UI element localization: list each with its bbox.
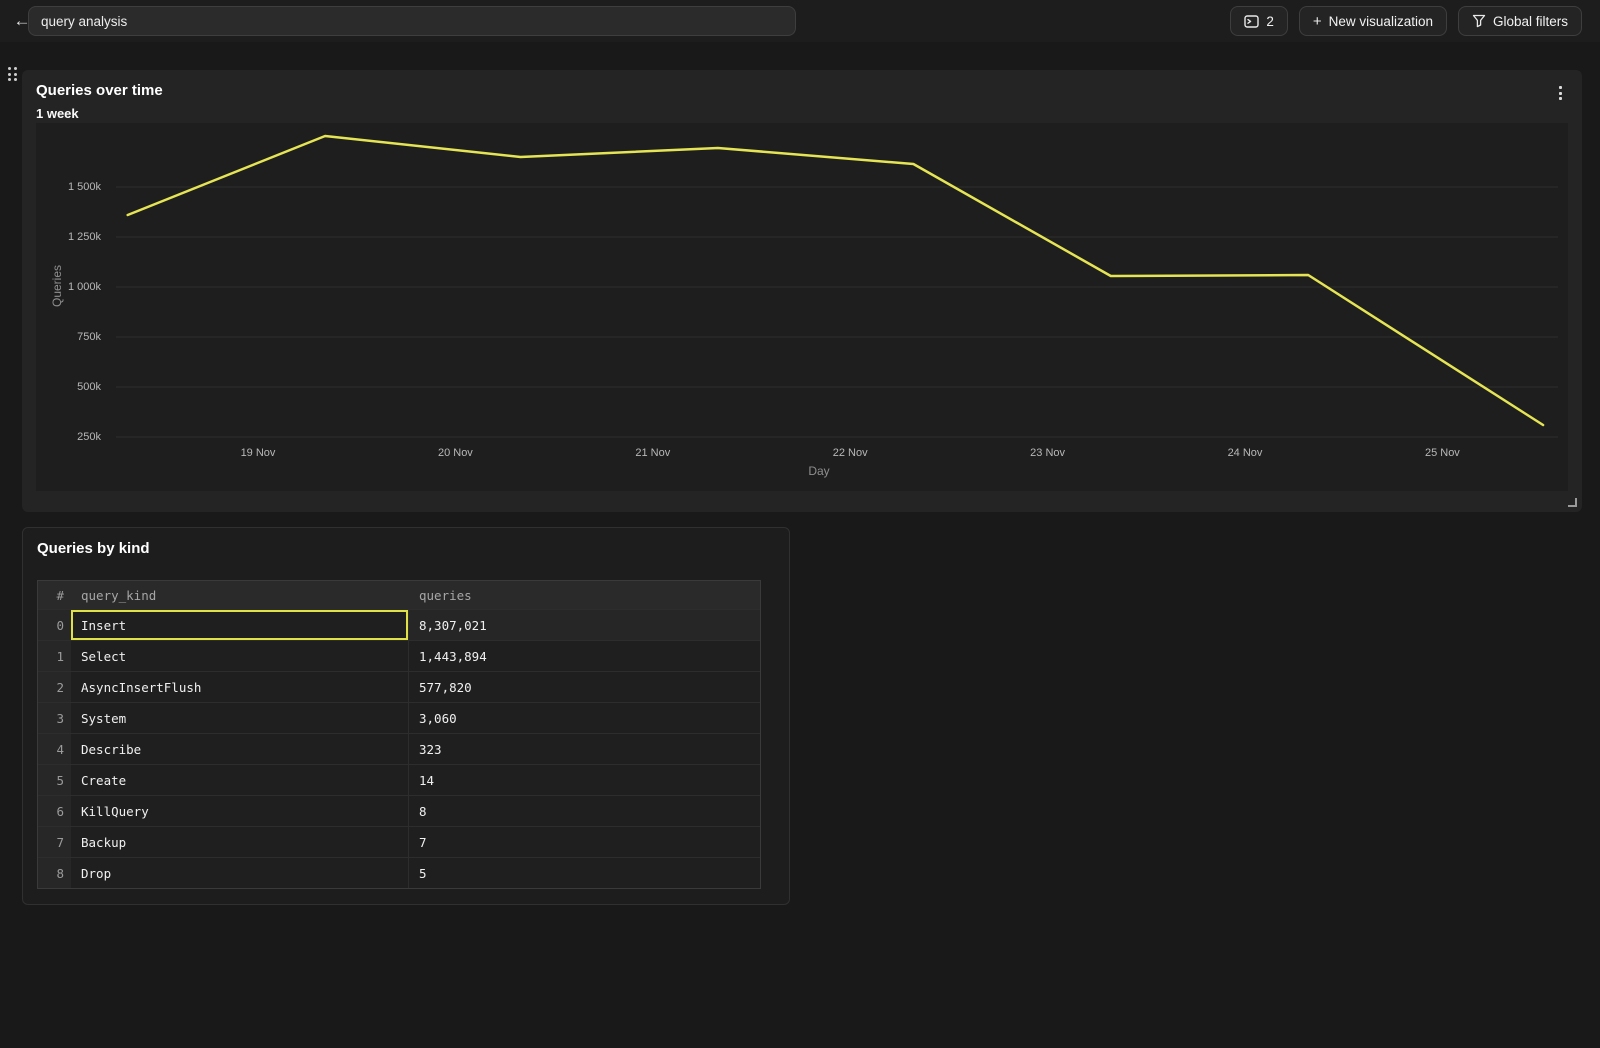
queries-cell[interactable]: 14 <box>409 765 760 795</box>
topbar-actions: 2 + New visualization Global filters <box>1230 6 1582 36</box>
query-kind-cell[interactable]: Describe <box>71 734 409 764</box>
y-tick-label: 750k <box>36 331 101 343</box>
global-filters-label: Global filters <box>1493 14 1568 29</box>
chart-panel-subtitle: 1 week <box>36 106 79 121</box>
panel-menu-kebab-icon[interactable] <box>1556 83 1565 103</box>
panel-resize-handle[interactable] <box>1568 498 1577 507</box>
x-tick-label: 20 Nov <box>423 447 487 459</box>
table-row: 5 Create 14 <box>38 764 760 795</box>
queries-cell[interactable]: 8,307,021 <box>409 610 760 640</box>
panel-drag-handle-icon[interactable] <box>8 67 17 81</box>
x-tick-label: 25 Nov <box>1410 447 1474 459</box>
table-row: 8 Drop 5 <box>38 857 760 888</box>
row-index-cell: 6 <box>38 796 71 826</box>
queries-cell[interactable]: 3,060 <box>409 703 760 733</box>
query-kind-cell[interactable]: Backup <box>71 827 409 857</box>
plus-icon: + <box>1313 14 1322 29</box>
queries-column-header[interactable]: queries <box>409 581 760 609</box>
table-row: 7 Backup 7 <box>38 826 760 857</box>
query-kind-cell[interactable]: System <box>71 703 409 733</box>
queries-cell[interactable]: 5 <box>409 858 760 888</box>
y-tick-label: 1 000k <box>36 281 101 293</box>
line-chart-canvas[interactable]: Queries Day 1 500k1 250k1 000k750k500k25… <box>36 123 1568 491</box>
query-kind-cell[interactable]: KillQuery <box>71 796 409 826</box>
y-tick-label: 250k <box>36 431 101 443</box>
query-kind-table: # query_kind queries 0 Insert 8,307,021 … <box>37 580 761 889</box>
x-axis-title: Day <box>789 464 849 478</box>
new-visualization-button[interactable]: + New visualization <box>1299 6 1447 36</box>
table-header-row: # query_kind queries <box>38 581 760 609</box>
row-index-cell: 0 <box>38 610 71 640</box>
row-index-cell: 4 <box>38 734 71 764</box>
y-tick-label: 1 250k <box>36 231 101 243</box>
global-filters-button[interactable]: Global filters <box>1458 6 1582 36</box>
x-tick-label: 24 Nov <box>1213 447 1277 459</box>
row-index-cell: 7 <box>38 827 71 857</box>
console-tab-count: 2 <box>1266 14 1274 29</box>
queries-over-time-panel: Queries over time 1 week Queries Day 1 5… <box>22 70 1582 512</box>
table-row: 4 Describe 323 <box>38 733 760 764</box>
queries-cell[interactable]: 323 <box>409 734 760 764</box>
new-visualization-label: New visualization <box>1329 14 1433 29</box>
row-index-cell: 1 <box>38 641 71 671</box>
y-tick-label: 500k <box>36 381 101 393</box>
queries-by-kind-panel: Queries by kind # query_kind queries 0 I… <box>22 527 790 905</box>
queries-cell[interactable]: 8 <box>409 796 760 826</box>
x-tick-label: 22 Nov <box>818 447 882 459</box>
query-kind-cell[interactable]: Create <box>71 765 409 795</box>
dashboard-title-input[interactable] <box>28 6 796 36</box>
top-bar: ← 2 + New visualization Global filters <box>0 0 1600 42</box>
table-row: 3 System 3,060 <box>38 702 760 733</box>
query-kind-column-header[interactable]: query_kind <box>71 581 409 609</box>
queries-cell[interactable]: 7 <box>409 827 760 857</box>
table-panel-title: Queries by kind <box>37 540 150 557</box>
table-row: 0 Insert 8,307,021 <box>38 609 760 640</box>
query-kind-cell[interactable]: Insert <box>71 610 409 640</box>
console-tabs-button[interactable]: 2 <box>1230 6 1288 36</box>
table-row: 6 KillQuery 8 <box>38 795 760 826</box>
queries-line-chart <box>36 123 1568 491</box>
x-tick-label: 21 Nov <box>621 447 685 459</box>
x-tick-label: 23 Nov <box>1016 447 1080 459</box>
index-column-header: # <box>38 581 71 609</box>
x-tick-label: 19 Nov <box>226 447 290 459</box>
row-index-cell: 5 <box>38 765 71 795</box>
table-row: 1 Select 1,443,894 <box>38 640 760 671</box>
terminal-window-icon <box>1244 15 1259 28</box>
row-index-cell: 2 <box>38 672 71 702</box>
query-kind-cell[interactable]: Drop <box>71 858 409 888</box>
table-row: 2 AsyncInsertFlush 577,820 <box>38 671 760 702</box>
row-index-cell: 8 <box>38 858 71 888</box>
chart-panel-title: Queries over time <box>36 82 163 99</box>
filter-funnel-icon <box>1472 14 1486 28</box>
y-tick-label: 1 500k <box>36 181 101 193</box>
queries-cell[interactable]: 1,443,894 <box>409 641 760 671</box>
queries-cell[interactable]: 577,820 <box>409 672 760 702</box>
row-index-cell: 3 <box>38 703 71 733</box>
query-kind-cell[interactable]: AsyncInsertFlush <box>71 672 409 702</box>
query-kind-cell[interactable]: Select <box>71 641 409 671</box>
